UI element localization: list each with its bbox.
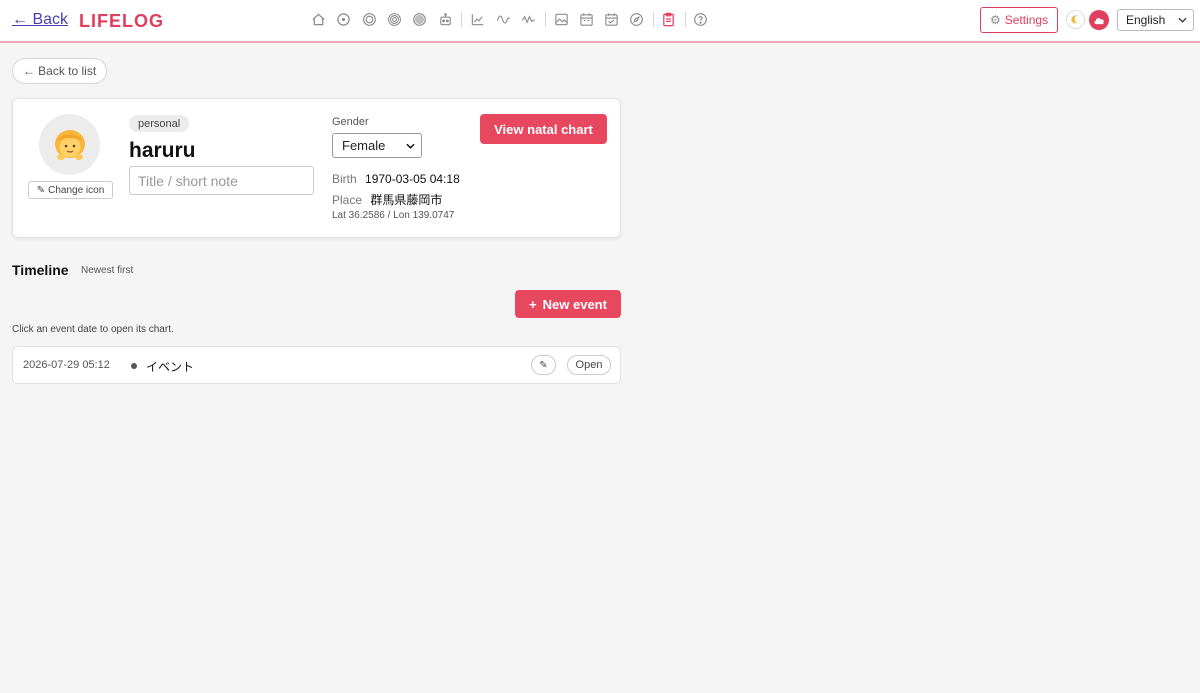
change-icon-button[interactable]: ✎ Change icon	[28, 181, 113, 199]
divider	[461, 12, 462, 27]
event-bullet	[131, 363, 137, 369]
edit-event-button[interactable]: ✎	[531, 355, 556, 375]
title-input[interactable]: Title / short note	[129, 166, 314, 195]
place-row: Place 群馬県藤岡市	[332, 191, 442, 208]
language-select[interactable]: English	[1117, 9, 1194, 31]
weather-mode-toggle[interactable]	[1089, 10, 1109, 30]
home-icon[interactable]	[309, 10, 327, 28]
line-chart-icon[interactable]	[468, 10, 486, 28]
birth-value: 1970-03-05 04:18	[365, 172, 460, 186]
view-natal-chart-button[interactable]: View natal chart	[480, 114, 607, 144]
profile-card: ✎ Change icon personal haruru Title / sh…	[12, 98, 621, 238]
open-event-button[interactable]: Open	[567, 355, 611, 375]
moon-icon	[1071, 15, 1078, 24]
clipboard-icon[interactable]	[659, 10, 677, 28]
filled-circle-icon[interactable]	[410, 10, 428, 28]
gender-select[interactable]: Female	[332, 133, 422, 158]
lat-lon: Lat 36.2586 / Lon 139.0747	[332, 210, 455, 221]
event-date-link[interactable]: 2026-07-29 05:12	[23, 359, 110, 371]
avatar	[39, 114, 100, 175]
divider	[545, 12, 546, 27]
timeline-hint: Click an event date to open its chart.	[12, 324, 174, 335]
calendar-icon[interactable]	[577, 10, 595, 28]
divider	[685, 12, 686, 27]
divider	[653, 12, 654, 27]
plus-icon: +	[529, 296, 537, 312]
timeline-title: Timeline	[12, 262, 69, 278]
gender-label: Gender	[332, 116, 369, 128]
pencil-icon: ✎	[539, 359, 548, 371]
profile-name: haruru	[129, 139, 196, 162]
dark-mode-toggle[interactable]	[1066, 10, 1085, 29]
gear-icon: ⚙	[989, 13, 1001, 27]
compass-icon[interactable]	[627, 10, 645, 28]
brand-logo[interactable]: LIFELOG	[79, 11, 164, 32]
new-event-label: New event	[542, 296, 607, 312]
change-icon-label: Change icon	[48, 184, 105, 196]
place-label: Place	[332, 193, 363, 207]
category-tag: personal	[129, 115, 190, 132]
circle-dot-icon[interactable]	[334, 10, 352, 28]
calendar-check-icon[interactable]	[602, 10, 620, 28]
wave-icon[interactable]	[494, 10, 512, 28]
child-emoji-icon	[54, 129, 85, 160]
event-row: 2026-07-29 05:12 イベント ✎ Open	[12, 346, 621, 384]
cloud-icon	[1094, 18, 1104, 25]
settings-label: Settings	[1004, 13, 1049, 27]
back-link[interactable]: ← Back	[12, 11, 68, 29]
new-event-button[interactable]: + New event	[515, 290, 621, 318]
settings-button[interactable]: ⚙ Settings	[980, 7, 1058, 33]
event-name: イベント	[146, 360, 195, 374]
gender-value: Female	[342, 138, 386, 153]
place-value: 群馬県藤岡市	[370, 193, 443, 207]
pencil-icon: ✎	[36, 184, 46, 196]
language-value: English	[1126, 13, 1166, 27]
help-icon[interactable]	[691, 10, 709, 28]
back-to-list-button[interactable]: ← Back to list	[12, 58, 107, 84]
target-icon[interactable]	[385, 10, 403, 28]
birth-label: Birth	[332, 172, 357, 186]
concentric-circles-icon[interactable]	[360, 10, 378, 28]
image-icon[interactable]	[552, 10, 570, 28]
robot-icon[interactable]	[436, 10, 454, 28]
pulse-icon[interactable]	[519, 10, 537, 28]
chevron-down-icon	[406, 143, 415, 149]
chevron-down-icon	[1178, 17, 1187, 23]
timeline-subtitle: Newest first	[81, 265, 134, 276]
birth-row: Birth 1970-03-05 04:18	[332, 172, 460, 186]
top-bar: ← Back LIFELOG ⚙ Settings English	[0, 0, 1200, 43]
